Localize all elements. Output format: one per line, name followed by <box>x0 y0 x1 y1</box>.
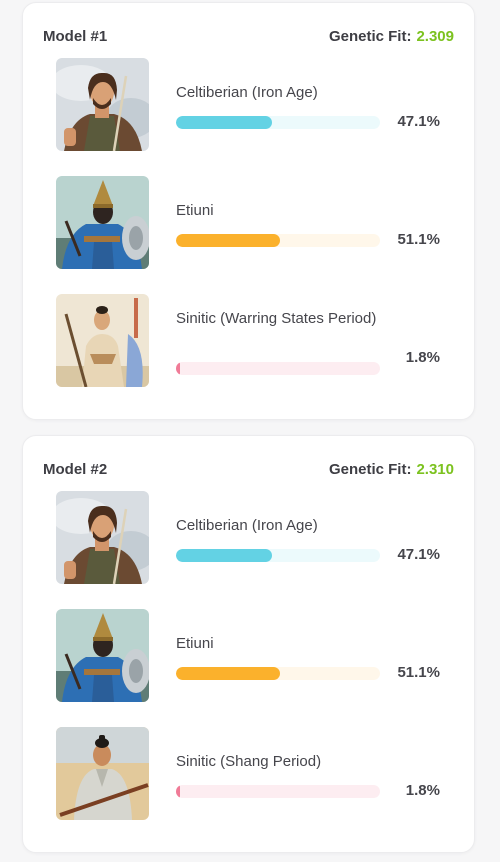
warring-states-warrior-portrait-icon <box>56 294 149 387</box>
population-row: Celtiberian (Iron Age) 47.1% <box>23 491 474 585</box>
admixture-bar <box>176 234 380 247</box>
population-percent: 47.1% <box>397 546 440 563</box>
admixture-bar-fill <box>176 234 281 247</box>
admixture-bar <box>176 667 380 680</box>
population-percent: 51.1% <box>397 664 440 681</box>
population-name: Sinitic (Shang Period) <box>176 753 322 770</box>
population-name: Etiuni <box>176 635 214 652</box>
population-row: Etiuni 51.1% <box>23 176 474 270</box>
model-card: Model #2 Genetic Fit: 2.310 Celtiberian … <box>22 435 475 853</box>
admixture-bar-fill <box>176 116 273 129</box>
population-row: Sinitic (Warring States Period) 1.8% <box>23 294 474 388</box>
population-percent: 51.1% <box>397 231 440 248</box>
population-row: Etiuni 51.1% <box>23 609 474 703</box>
population-name: Sinitic (Warring States Period) <box>176 310 377 327</box>
admixture-bar-fill <box>176 667 281 680</box>
admixture-bar-fill <box>176 785 181 798</box>
admixture-bar-fill <box>176 549 273 562</box>
admixture-bar <box>176 116 380 129</box>
model-title: Model #2 <box>43 460 108 478</box>
celtiberian-warrior-portrait-icon <box>56 491 149 584</box>
population-percent: 1.8% <box>405 782 440 799</box>
population-percent: 1.8% <box>405 349 440 366</box>
admixture-bar <box>176 362 380 375</box>
population-row: Celtiberian (Iron Age) 47.1% <box>23 58 474 152</box>
population-name: Celtiberian (Iron Age) <box>176 517 318 534</box>
genetic-fit-label: Genetic Fit: <box>328 27 412 45</box>
population-name: Etiuni <box>176 202 214 219</box>
admixture-bar <box>176 785 380 798</box>
population-percent: 47.1% <box>397 113 440 130</box>
population-row: Sinitic (Shang Period) 1.8% <box>23 727 474 821</box>
genetic-fit: Genetic Fit: 2.309 <box>329 28 454 45</box>
genetic-fit-value: 2.310 <box>416 460 454 478</box>
celtiberian-warrior-portrait-icon <box>56 58 149 151</box>
admixture-bar <box>176 549 380 562</box>
model-header: Model #1 Genetic Fit: 2.309 <box>43 25 454 47</box>
model-card: Model #1 Genetic Fit: 2.309 Celtiberian … <box>22 2 475 420</box>
population-name: Celtiberian (Iron Age) <box>176 84 318 101</box>
etiuni-warrior-portrait-icon <box>56 609 149 702</box>
genetic-fit-value: 2.309 <box>416 27 454 45</box>
etiuni-warrior-portrait-icon <box>56 176 149 269</box>
genetic-fit-label: Genetic Fit: <box>328 460 412 478</box>
shang-warrior-portrait-icon <box>56 727 149 820</box>
model-header: Model #2 Genetic Fit: 2.310 <box>43 458 454 480</box>
admixture-bar-fill <box>176 362 181 375</box>
model-title: Model #1 <box>43 27 108 45</box>
genetic-fit: Genetic Fit: 2.310 <box>329 461 454 478</box>
